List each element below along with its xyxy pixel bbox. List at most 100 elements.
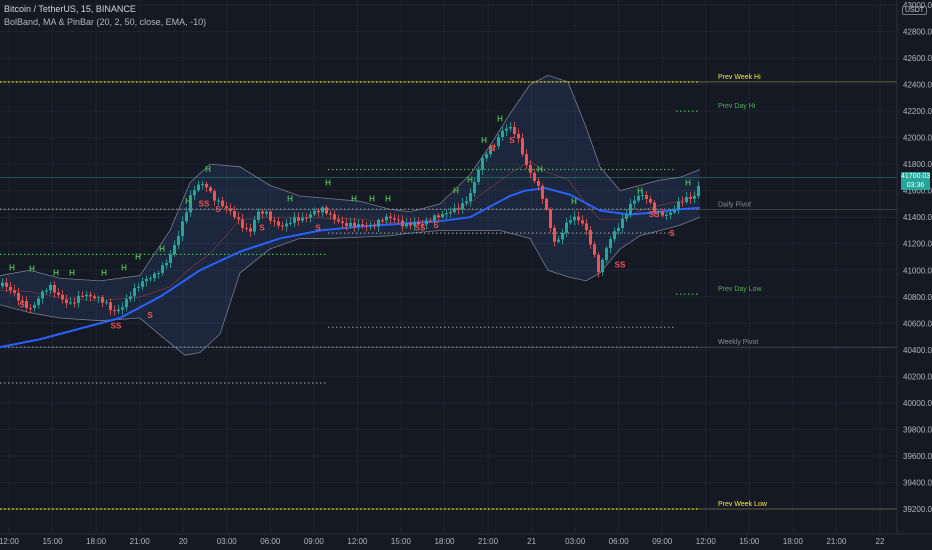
- pin-low-marker: SS: [199, 200, 210, 209]
- time-tick-label: 18:00: [434, 537, 455, 546]
- candle-body: [181, 221, 184, 237]
- pin-high-marker: H: [205, 165, 211, 174]
- pin-low-marker: S: [509, 136, 515, 145]
- pin-high-marker: H: [121, 263, 127, 272]
- candle-body: [197, 184, 200, 191]
- candle-body: [445, 213, 448, 215]
- candle-body: [545, 198, 548, 210]
- candle-body: [105, 302, 108, 304]
- candle-body: [29, 307, 32, 309]
- candle-body: [233, 210, 236, 218]
- candle-body: [193, 190, 196, 196]
- candle-body: [553, 227, 556, 242]
- candle-body: [317, 210, 320, 213]
- price-tick-label: 39800.00: [903, 425, 932, 434]
- pin-high-marker: H: [101, 269, 107, 278]
- last-price-tag: 41700.03 03:36: [901, 172, 930, 191]
- candle-body: [297, 217, 300, 221]
- candle-body: [129, 296, 132, 300]
- candle-body: [673, 209, 676, 213]
- time-tick-label: 12:00: [347, 537, 368, 546]
- candle-body: [321, 207, 324, 213]
- candle-body: [661, 211, 664, 216]
- candle-body: [205, 183, 208, 188]
- candle-body: [257, 211, 260, 220]
- time-tick-label: 18:00: [783, 537, 804, 546]
- candle-body: [141, 281, 144, 287]
- candle-body: [573, 216, 576, 221]
- price-axis[interactable]: 43000.0042800.0042600.0042400.0042200.00…: [896, 0, 932, 534]
- pin-high-marker: H: [287, 194, 293, 203]
- candle-body: [541, 185, 544, 199]
- price-tick-label: 40400.00: [903, 346, 932, 355]
- candle-body: [373, 224, 376, 227]
- candle-body: [617, 227, 620, 232]
- candle-body: [61, 294, 64, 300]
- candle-body: [17, 292, 20, 301]
- candle-body: [557, 239, 560, 242]
- pin-high-marker: H: [537, 165, 543, 174]
- candle-body: [389, 216, 392, 219]
- candle-body: [581, 220, 584, 224]
- pin-high-marker: H: [351, 194, 357, 203]
- pin-high-marker: H: [185, 197, 191, 206]
- symbol-title[interactable]: Bitcoin / TetherUS, 15, BINANCE: [4, 4, 136, 14]
- candle-body: [241, 219, 244, 228]
- candle-body: [629, 203, 632, 215]
- time-tick-label: 12:00: [696, 537, 717, 546]
- candle-body: [645, 195, 648, 199]
- candle-body: [209, 187, 212, 192]
- candle-body: [113, 310, 116, 312]
- candle-body: [265, 211, 268, 214]
- time-tick-label: 22: [876, 537, 885, 546]
- time-tick-label: 21: [527, 537, 536, 546]
- candle-body: [397, 219, 400, 221]
- candle-body: [213, 191, 216, 201]
- candle-body: [345, 223, 348, 227]
- pin-low-marker: S: [147, 311, 153, 320]
- candle-body: [37, 298, 40, 305]
- time-tick-label: 06:00: [609, 537, 630, 546]
- pin-high-marker: H: [385, 194, 391, 203]
- time-tick-label: 09:00: [652, 537, 673, 546]
- candle-body: [685, 197, 688, 203]
- pin-high-marker: H: [53, 269, 59, 278]
- chart-canvas[interactable]: Prev Week Hi Prev Day Hi Daily Pivot Prev D…: [0, 0, 932, 550]
- candle-body: [89, 294, 92, 297]
- pin-low-marker: SS: [649, 210, 660, 219]
- candle-body: [97, 297, 100, 299]
- candle-body: [585, 223, 588, 231]
- candle-body: [5, 282, 8, 287]
- pin-low-marker: S: [259, 223, 265, 232]
- candle-body: [277, 221, 280, 226]
- candle-body: [369, 224, 372, 227]
- pin-low-marker: S: [215, 205, 221, 214]
- candle-body: [249, 228, 252, 232]
- candle-body: [681, 201, 684, 203]
- candle-body: [513, 126, 516, 134]
- candle-body: [441, 213, 444, 218]
- candle-body: [453, 208, 456, 213]
- candle-body: [621, 218, 624, 228]
- candle-body: [649, 198, 652, 203]
- candle-body: [69, 302, 72, 304]
- candle-body: [325, 207, 328, 214]
- candle-body: [665, 214, 668, 216]
- pin-high-marker: H: [481, 136, 487, 145]
- price-tick-label: 42400.00: [903, 81, 932, 90]
- price-tick-label: 40200.00: [903, 372, 932, 381]
- candle-body: [93, 296, 96, 299]
- indicator-title[interactable]: BolBand, MA & PinBar (20, 2, 50, close, …: [4, 17, 206, 27]
- candle-body: [301, 217, 304, 221]
- candle-body: [245, 227, 248, 229]
- price-tick-label: 39600.00: [903, 452, 932, 461]
- candle-body: [377, 219, 380, 227]
- candle-body: [693, 196, 696, 199]
- currency-unit-button[interactable]: USDT: [902, 6, 928, 15]
- candle-body: [133, 288, 136, 297]
- candle-body: [449, 212, 452, 214]
- price-tick-label: 42600.00: [903, 54, 932, 63]
- candle-body: [85, 294, 88, 297]
- price-tick-label: 41000.00: [903, 266, 932, 275]
- candle-body: [349, 222, 352, 227]
